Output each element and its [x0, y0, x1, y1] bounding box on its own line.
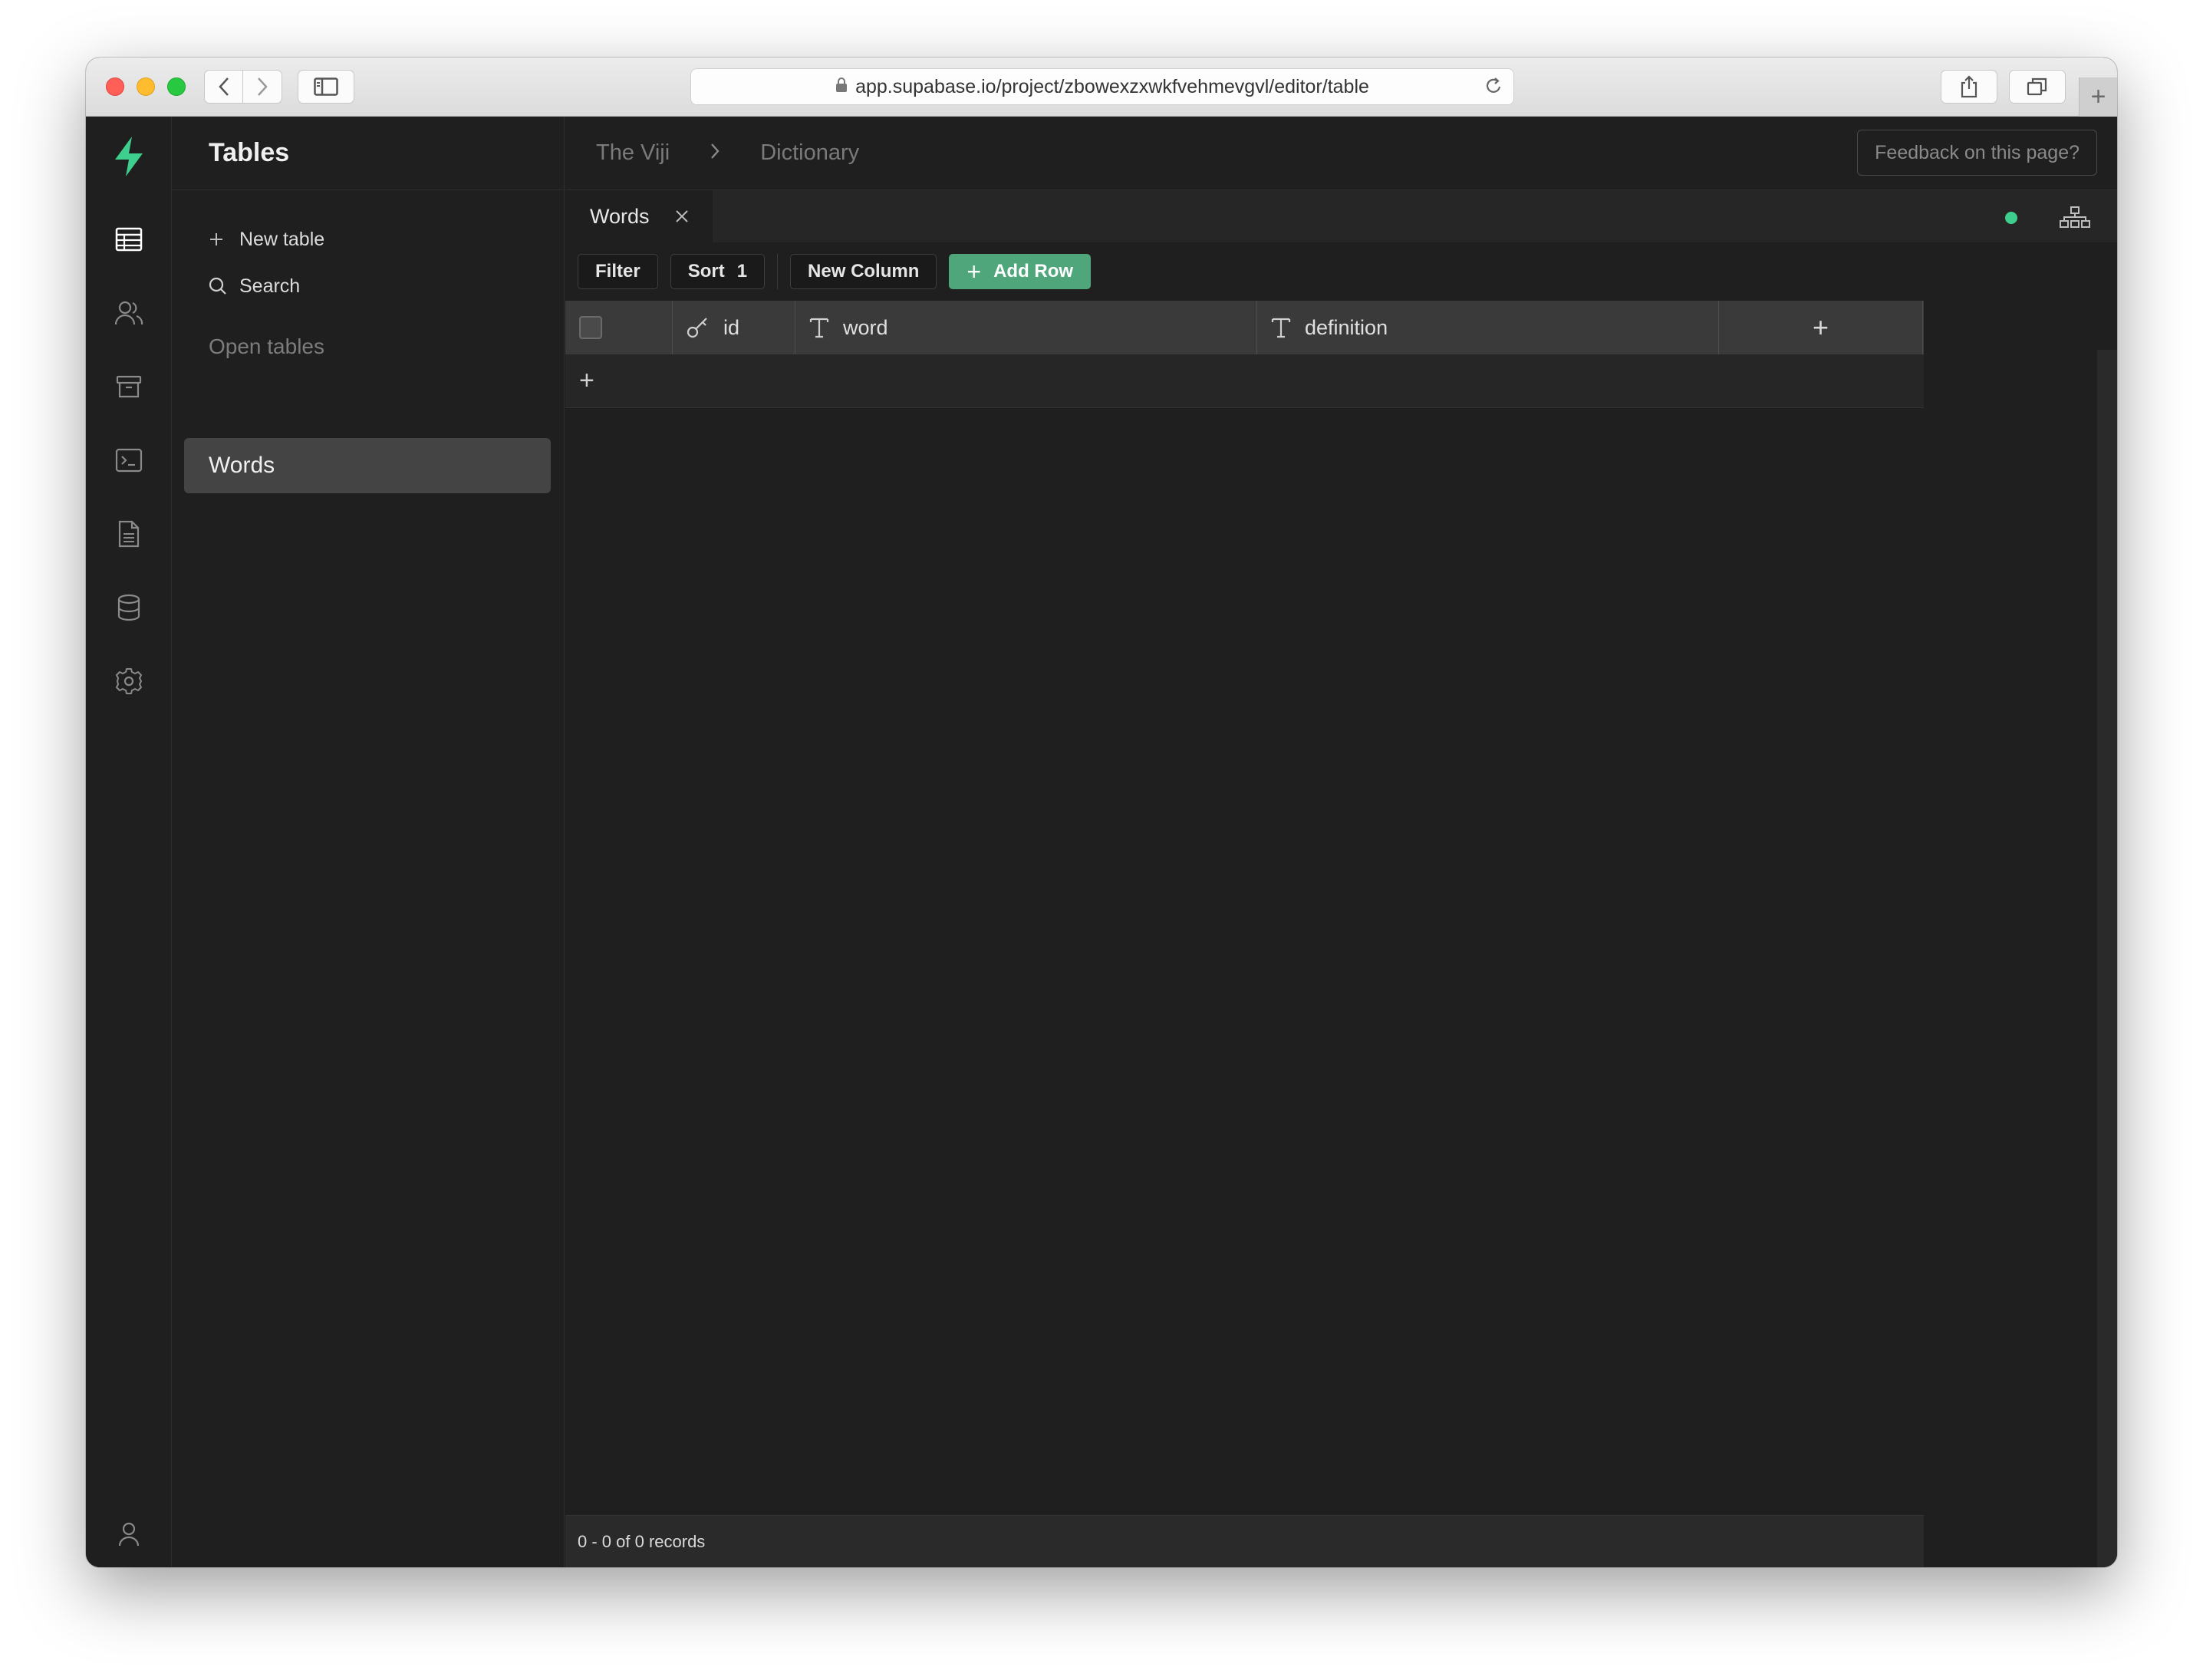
close-icon[interactable]	[674, 209, 690, 224]
open-table-item-words[interactable]: Words	[184, 438, 551, 493]
plus-icon	[209, 232, 230, 247]
show-tabs-button[interactable]	[2009, 70, 2066, 104]
new-tab-button[interactable]: +	[2079, 77, 2117, 117]
breadcrumb: The Viji Dictionary Feedback on this pag…	[565, 117, 2117, 190]
history-nav	[204, 70, 282, 104]
open-table-label: Words	[209, 453, 275, 478]
select-all-cell	[565, 301, 673, 354]
sidebar-toggle-button[interactable]	[298, 70, 354, 104]
storage-archive-icon[interactable]	[114, 371, 144, 402]
supabase-app: Tables New table Search Open tables Word…	[86, 117, 2117, 1567]
add-row-inline-button[interactable]: +	[565, 354, 1924, 408]
new-table-label: New table	[239, 228, 325, 250]
search-tables-button[interactable]: Search	[209, 271, 300, 301]
tabs-overview-icon	[2027, 77, 2047, 96]
grid-header-row: id word definition +	[565, 301, 1924, 354]
back-button[interactable]	[204, 70, 243, 104]
plus-icon: +	[966, 257, 982, 285]
zoom-window-button[interactable]	[167, 77, 186, 96]
sort-label: Sort	[687, 261, 725, 282]
breadcrumb-page[interactable]: Dictionary	[760, 140, 859, 166]
connection-status-dot	[2005, 212, 2017, 224]
browser-toolbar: app.supabase.io/project/zbowexzxwkfvehme…	[86, 58, 2117, 117]
column-name: definition	[1305, 315, 1388, 339]
tables-panel: Tables New table Search Open tables Word…	[172, 117, 565, 1567]
documentation-icon[interactable]	[114, 519, 144, 549]
column-header-definition[interactable]: definition	[1257, 301, 1719, 354]
plus-icon: +	[1812, 311, 1829, 343]
account-avatar-icon[interactable]	[114, 1519, 144, 1550]
add-row-label: Add Row	[993, 261, 1074, 282]
close-window-button[interactable]	[106, 77, 124, 96]
forward-button[interactable]	[243, 70, 282, 104]
records-count: 0 - 0 of 0 records	[578, 1531, 706, 1551]
text-type-icon	[1271, 317, 1291, 338]
address-bar[interactable]: app.supabase.io/project/zbowexzxwkfvehme…	[690, 68, 1514, 105]
sql-terminal-icon[interactable]	[114, 445, 144, 476]
plus-icon: +	[579, 366, 594, 395]
search-icon	[209, 277, 230, 295]
filter-button[interactable]: Filter	[578, 254, 658, 289]
url-text: app.supabase.io/project/zbowexzxwkfvehme…	[855, 75, 1369, 97]
grid-toolbar: Filter Sort 1 New Column + Add Row	[565, 242, 2117, 301]
sidebar-icon	[314, 77, 338, 96]
open-tables-heading: Open tables	[209, 334, 324, 358]
reload-icon[interactable]	[1484, 76, 1503, 101]
select-all-checkbox[interactable]	[579, 316, 602, 339]
column-name: word	[843, 315, 888, 339]
feedback-button[interactable]: Feedback on this page?	[1857, 130, 2097, 176]
add-column-button[interactable]: +	[1719, 301, 1923, 354]
chevron-right-icon	[710, 140, 720, 166]
users-icon[interactable]	[114, 298, 144, 328]
add-row-button[interactable]: + Add Row	[949, 254, 1092, 289]
key-icon	[687, 316, 710, 339]
share-button[interactable]	[1941, 70, 1997, 104]
browser-window: app.supabase.io/project/zbowexzxwkfvehme…	[86, 58, 2117, 1567]
new-table-button[interactable]: New table	[209, 224, 324, 255]
column-name: id	[723, 315, 740, 339]
share-icon	[1961, 75, 1977, 98]
nav-rail	[86, 117, 172, 1567]
database-icon[interactable]	[114, 592, 144, 623]
toolbar-divider	[777, 254, 779, 289]
supabase-logo-icon[interactable]	[112, 135, 146, 182]
tab-words[interactable]: Words	[565, 190, 713, 242]
table-tabs: Words	[565, 190, 2117, 242]
breadcrumb-project[interactable]: The Viji	[596, 140, 670, 166]
chevron-right-icon	[258, 77, 268, 96]
lock-icon	[835, 76, 848, 98]
data-grid: id word definition + +	[565, 301, 1924, 408]
sort-count-badge: 1	[736, 261, 748, 282]
search-label: Search	[239, 275, 301, 297]
table-editor-main: The Viji Dictionary Feedback on this pag…	[565, 117, 2117, 1567]
column-header-word[interactable]: word	[795, 301, 1257, 354]
minimize-window-button[interactable]	[137, 77, 155, 96]
tab-label: Words	[590, 204, 650, 228]
panel-title: Tables	[172, 117, 564, 190]
schema-diagram-icon[interactable]	[2059, 206, 2091, 232]
plus-icon: +	[2090, 82, 2106, 111]
table-editor-icon[interactable]	[114, 224, 144, 255]
sort-button[interactable]: Sort 1	[670, 254, 766, 289]
text-type-icon	[809, 317, 829, 338]
new-column-button[interactable]: New Column	[790, 254, 937, 289]
settings-gear-icon[interactable]	[114, 666, 144, 697]
column-header-id[interactable]: id	[673, 301, 795, 354]
vertical-scrollbar[interactable]	[2097, 350, 2117, 1567]
records-footer: 0 - 0 of 0 records	[565, 1515, 1924, 1567]
chevron-left-icon	[218, 77, 229, 96]
